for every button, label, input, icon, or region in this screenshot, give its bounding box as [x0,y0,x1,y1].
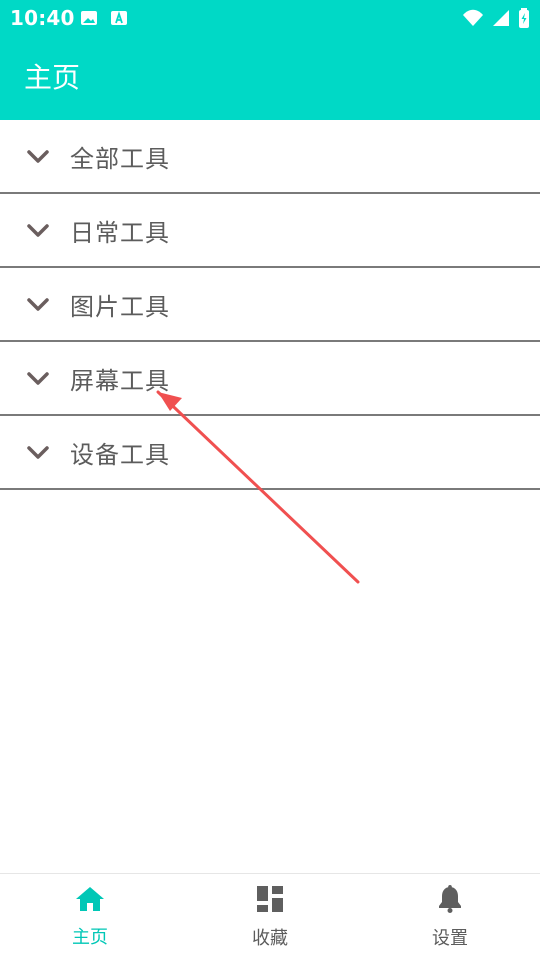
chevron-down-icon [24,290,52,318]
bottom-navigation: 主页 收藏 设置 [0,873,540,960]
app-root: 10:40 主页 全部工具 日常工具 图片工具 屏幕工具 设备工具 主页 收藏 … [0,0,540,960]
chevron-down-icon [24,142,52,170]
page-title: 主页 [24,61,81,94]
category-item-screen-tools[interactable]: 屏幕工具 [0,342,540,416]
status-time: 10:40 [10,6,75,30]
image-icon [80,9,98,31]
category-list: 全部工具 日常工具 图片工具 屏幕工具 设备工具 [0,120,540,490]
nav-settings-label: 设置 [432,928,468,949]
nav-home[interactable]: 主页 [0,874,180,960]
chevron-down-icon [24,438,52,466]
category-label: 屏幕工具 [70,366,170,395]
chevron-down-icon [24,364,52,392]
nav-home-label: 主页 [72,927,108,948]
home-icon [74,885,106,917]
category-label: 设备工具 [70,440,170,469]
status-bar: 10:40 [0,0,540,36]
status-right-icons [462,8,530,32]
nav-favorites-label: 收藏 [252,928,288,949]
category-item-device-tools[interactable]: 设备工具 [0,416,540,490]
status-left-icons [80,9,128,31]
nav-favorites[interactable]: 收藏 [180,874,360,960]
dashboard-icon [255,884,285,918]
text-a-icon [110,9,128,31]
wifi-icon [462,9,484,31]
category-item-image-tools[interactable]: 图片工具 [0,268,540,342]
category-label: 图片工具 [70,292,170,321]
bell-icon [435,884,465,918]
chevron-down-icon [24,216,52,244]
category-item-daily-tools[interactable]: 日常工具 [0,194,540,268]
nav-settings[interactable]: 设置 [360,874,540,960]
battery-icon [518,8,530,32]
signal-icon [492,9,510,31]
category-label: 全部工具 [70,144,170,173]
category-label: 日常工具 [70,218,170,247]
category-item-all-tools[interactable]: 全部工具 [0,120,540,194]
app-header: 10:40 主页 [0,0,540,120]
